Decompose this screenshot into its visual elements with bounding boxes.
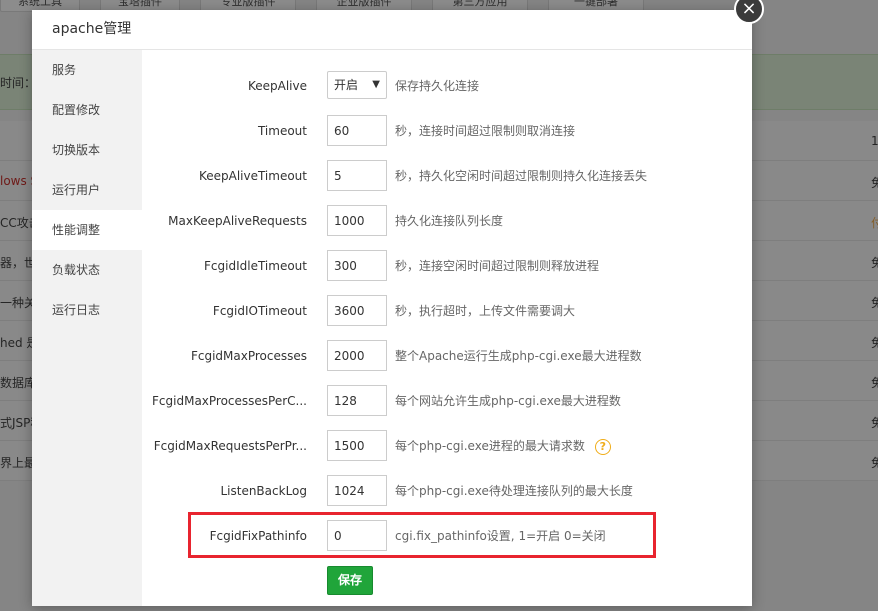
setting-label: FcgidMaxProcessesPerC... xyxy=(152,394,307,408)
chevron-down-icon: ▼ xyxy=(372,79,380,90)
setting-input[interactable] xyxy=(327,295,387,326)
setting-description-text: 秒，持久化空闲时间超过限制则持久化连接丢失 xyxy=(395,169,648,183)
save-button[interactable]: 保存 xyxy=(327,566,373,595)
setting-input[interactable] xyxy=(327,385,387,416)
setting-description-text: 持久化连接队列长度 xyxy=(395,214,504,228)
sidebar-item[interactable]: 负载状态 xyxy=(32,250,142,290)
setting-description-text: 整个Apache运行生成php-cgi.exe最大进程数 xyxy=(395,349,642,363)
sidebar-item[interactable]: 配置修改 xyxy=(32,90,142,130)
setting-description-text: 每个网站允许生成php-cgi.exe最大进程数 xyxy=(395,394,621,408)
sidebar-item[interactable]: 服务 xyxy=(32,50,142,90)
setting-row: KeepAlive 开启 ▼ 保存持久化连接 xyxy=(142,70,752,102)
help-icon[interactable]: ? xyxy=(594,438,611,455)
setting-row: FcgidIOTimeout 秒，执行超时，上传文件需要调大 xyxy=(142,295,752,327)
setting-description: 秒，连接时间超过限制则取消连接 xyxy=(395,115,575,147)
setting-input[interactable] xyxy=(327,115,387,146)
setting-description: 秒，执行超时，上传文件需要调大 xyxy=(395,295,575,327)
highlight-annotation-box xyxy=(188,512,656,558)
setting-input[interactable] xyxy=(327,340,387,371)
setting-input[interactable] xyxy=(327,250,387,281)
dialog-sidebar: 服务 配置修改 切换版本 运行用户 性能调整 负载状态 运行日志 xyxy=(32,50,142,606)
setting-row: FcgidMaxRequestsPerPr... 每个php-cgi.exe进程的… xyxy=(142,430,752,462)
dialog-title: apache管理 xyxy=(32,10,752,50)
setting-row: FcgidMaxProcesses 整个Apache运行生成php-cgi.exe… xyxy=(142,340,752,372)
setting-row: FcgidIdleTimeout 秒，连接空闲时间超过限制则释放进程 xyxy=(142,250,752,282)
sidebar-item[interactable]: 运行日志 xyxy=(32,290,142,330)
setting-label: FcgidIOTimeout xyxy=(212,304,307,318)
setting-description: 持久化连接队列长度 xyxy=(395,205,503,237)
setting-description: 秒，连接空闲时间超过限制则释放进程 xyxy=(395,250,599,282)
setting-description-text: 秒，连接时间超过限制则取消连接 xyxy=(395,124,576,138)
sidebar-item[interactable]: 切换版本 xyxy=(32,130,142,170)
setting-description-text: 秒，执行超时，上传文件需要调大 xyxy=(395,304,576,318)
setting-description: 保存持久化连接 xyxy=(395,70,479,102)
setting-description: 秒，持久化空闲时间超过限制则持久化连接丢失 xyxy=(395,160,647,192)
setting-description-text: 秒，连接空闲时间超过限制则释放进程 xyxy=(395,259,600,273)
setting-description-text: 每个php-cgi.exe待处理连接队列的最大长度 xyxy=(395,484,633,498)
setting-description: 整个Apache运行生成php-cgi.exe最大进程数 xyxy=(395,340,642,372)
setting-input[interactable] xyxy=(327,205,387,236)
setting-description: 每个php-cgi.exe待处理连接队列的最大长度 xyxy=(395,475,633,507)
setting-row: Timeout 秒，连接时间超过限制则取消连接 xyxy=(142,115,752,147)
setting-row: KeepAliveTimeout 秒，持久化空闲时间超过限制则持久化连接丢失 xyxy=(142,160,752,192)
setting-input[interactable] xyxy=(327,475,387,506)
setting-description: 每个网站允许生成php-cgi.exe最大进程数 xyxy=(395,385,621,417)
setting-description-text: 每个php-cgi.exe进程的最大请求数 xyxy=(395,439,585,453)
setting-label: KeepAlive xyxy=(247,79,307,93)
setting-label: ListenBackLog xyxy=(220,484,307,498)
setting-label: FcgidMaxRequestsPerPr... xyxy=(153,439,307,453)
setting-input[interactable] xyxy=(327,430,387,461)
setting-input[interactable] xyxy=(327,160,387,191)
setting-label: Timeout xyxy=(257,124,307,138)
setting-description-text: 保存持久化连接 xyxy=(395,79,480,93)
keepalive-select[interactable]: 开启 ▼ xyxy=(327,71,387,99)
setting-label: FcgidMaxProcesses xyxy=(190,349,307,363)
setting-row: MaxKeepAliveRequests 持久化连接队列长度 xyxy=(142,205,752,237)
setting-row: ListenBackLog 每个php-cgi.exe待处理连接队列的最大长度 xyxy=(142,475,752,507)
setting-label: KeepAliveTimeout xyxy=(198,169,307,183)
sidebar-item[interactable]: 运行用户 xyxy=(32,170,142,210)
setting-description: 每个php-cgi.exe进程的最大请求数? xyxy=(395,430,611,462)
setting-label: FcgidIdleTimeout xyxy=(204,259,307,273)
select-value: 开启 xyxy=(334,78,359,92)
sidebar-item[interactable]: 性能调整 xyxy=(32,210,142,250)
setting-row: FcgidMaxProcessesPerC... 每个网站允许生成php-cgi.… xyxy=(142,385,752,417)
setting-label: MaxKeepAliveRequests xyxy=(168,214,307,228)
